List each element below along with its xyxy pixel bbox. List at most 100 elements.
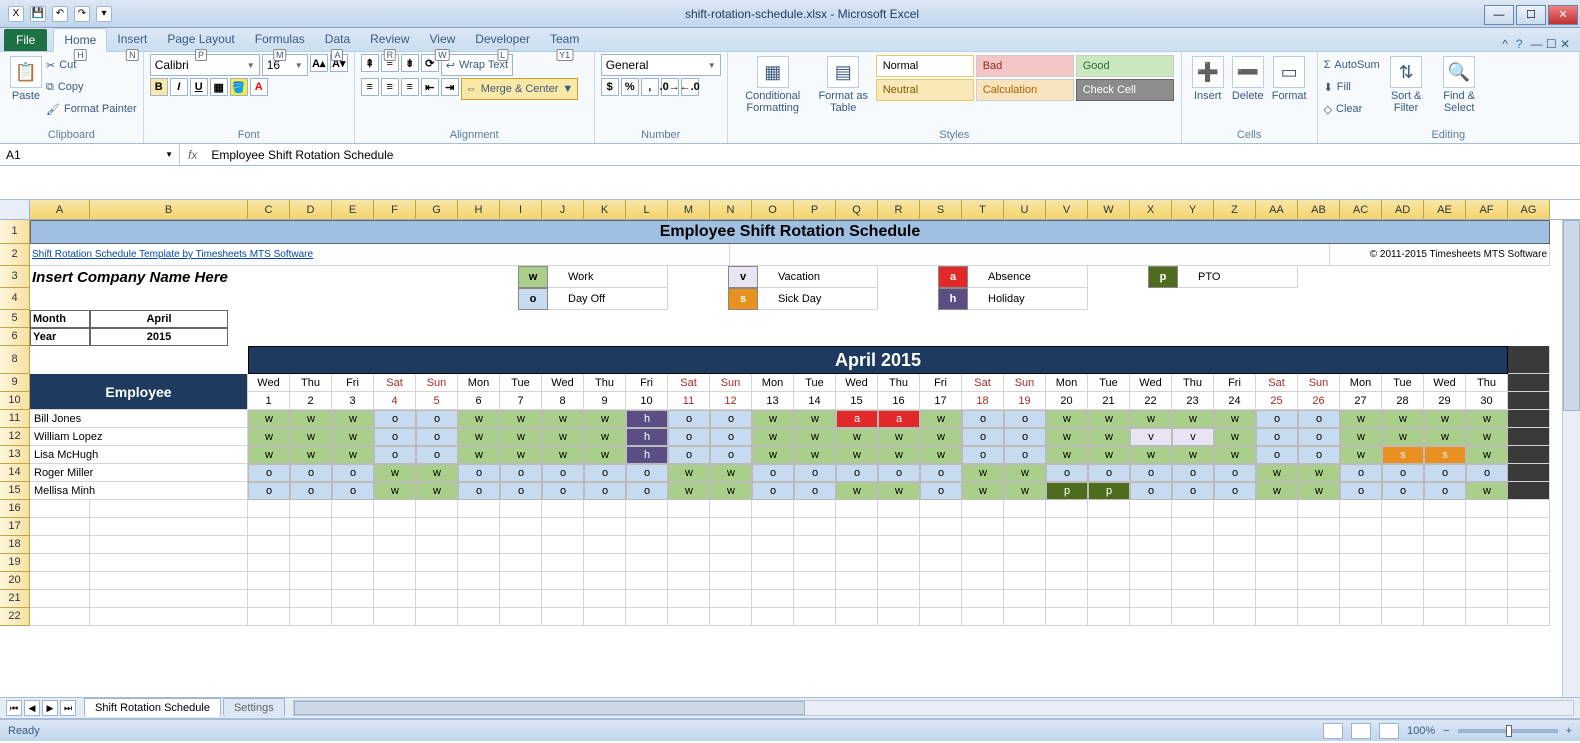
sheet-last[interactable]: ⏭ (60, 700, 76, 716)
help-icon[interactable]: ? (1516, 37, 1523, 51)
tab-review[interactable]: ReviewR (360, 28, 419, 51)
shift-cell[interactable]: w (1088, 410, 1130, 428)
shift-cell[interactable]: w (1382, 428, 1424, 446)
cell[interactable] (500, 500, 542, 518)
cell[interactable] (416, 518, 458, 536)
cell[interactable] (1214, 500, 1256, 518)
shift-cell[interactable]: w (668, 464, 710, 482)
cell[interactable] (1046, 536, 1088, 554)
cell[interactable] (836, 590, 878, 608)
cell[interactable] (1130, 500, 1172, 518)
month-value[interactable]: April (90, 310, 228, 328)
align-top[interactable]: ⇞ (361, 54, 379, 72)
cell[interactable] (1340, 536, 1382, 554)
shift-cell[interactable]: w (920, 410, 962, 428)
cell[interactable] (416, 536, 458, 554)
cell[interactable] (1046, 518, 1088, 536)
shift-cell[interactable]: o (1382, 482, 1424, 500)
cell[interactable] (668, 536, 710, 554)
style-calculation[interactable]: Calculation (976, 79, 1074, 101)
cell[interactable] (584, 572, 626, 590)
cell[interactable] (542, 518, 584, 536)
shift-cell[interactable]: w (500, 446, 542, 464)
col-header-AG[interactable]: AG (1508, 200, 1550, 219)
shift-cell[interactable]: w (878, 428, 920, 446)
company-name[interactable]: Insert Company Name Here (30, 266, 458, 288)
cell[interactable] (30, 590, 90, 608)
col-header-T[interactable]: T (962, 200, 1004, 219)
tab-view[interactable]: ViewW (420, 28, 466, 51)
shift-cell[interactable]: w (1046, 446, 1088, 464)
cell[interactable] (1382, 518, 1424, 536)
cell[interactable] (752, 500, 794, 518)
cell[interactable] (1088, 536, 1130, 554)
row-header-22[interactable]: 22 (0, 608, 30, 626)
cell[interactable] (1256, 536, 1298, 554)
close-button[interactable]: ✕ (1548, 5, 1578, 25)
cell[interactable] (710, 590, 752, 608)
cell[interactable] (416, 572, 458, 590)
cell[interactable] (1172, 572, 1214, 590)
shift-cell[interactable]: w (458, 446, 500, 464)
row-header-20[interactable]: 20 (0, 572, 30, 590)
shift-cell[interactable]: h (626, 446, 668, 464)
employee-name[interactable]: Lisa McHugh (30, 446, 248, 464)
cell[interactable] (90, 554, 248, 572)
shift-cell[interactable]: o (1004, 428, 1046, 446)
shift-cell[interactable]: w (752, 428, 794, 446)
row-header-14[interactable]: 14 (0, 464, 30, 482)
view-layout[interactable] (1351, 723, 1371, 739)
sheet-tab-settings[interactable]: Settings (223, 698, 285, 717)
cell[interactable] (290, 590, 332, 608)
find-select-button[interactable]: 🔍Find & Select (1433, 54, 1486, 116)
shift-cell[interactable]: w (584, 410, 626, 428)
cell[interactable] (920, 572, 962, 590)
style-neutral[interactable]: Neutral (876, 79, 974, 101)
col-header-U[interactable]: U (1004, 200, 1046, 219)
cell[interactable] (458, 536, 500, 554)
cell[interactable] (962, 590, 1004, 608)
cell[interactable] (1466, 518, 1508, 536)
shift-cell[interactable]: w (458, 410, 500, 428)
shift-cell[interactable]: o (1130, 464, 1172, 482)
shift-cell[interactable]: o (1046, 464, 1088, 482)
shift-cell[interactable]: w (752, 410, 794, 428)
cell[interactable] (1298, 536, 1340, 554)
cell[interactable] (1508, 608, 1550, 626)
shift-cell[interactable]: w (1298, 482, 1340, 500)
zoom-in[interactable]: + (1566, 725, 1572, 737)
shift-cell[interactable]: v (1130, 428, 1172, 446)
shift-cell[interactable]: o (626, 464, 668, 482)
view-normal[interactable] (1323, 723, 1343, 739)
style-check-cell[interactable]: Check Cell (1076, 79, 1174, 101)
cell[interactable] (920, 608, 962, 626)
shift-cell[interactable]: o (794, 482, 836, 500)
shift-cell[interactable]: w (332, 446, 374, 464)
cell[interactable] (920, 590, 962, 608)
row-header-6[interactable]: 6 (0, 328, 30, 346)
shift-cell[interactable]: w (584, 428, 626, 446)
cell[interactable] (752, 518, 794, 536)
cell[interactable] (332, 536, 374, 554)
shift-cell[interactable]: p (1046, 482, 1088, 500)
sheet-prev[interactable]: ◀ (24, 700, 40, 716)
copy-button[interactable]: ⧉Copy (46, 76, 137, 98)
italic-button[interactable]: I (170, 78, 188, 96)
cell[interactable] (710, 608, 752, 626)
col-header-E[interactable]: E (332, 200, 374, 219)
cell[interactable] (458, 518, 500, 536)
tab-data[interactable]: DataA (315, 28, 360, 51)
shift-cell[interactable]: w (584, 446, 626, 464)
cell[interactable] (1340, 518, 1382, 536)
cell[interactable] (626, 608, 668, 626)
align-center[interactable]: ≡ (381, 78, 399, 96)
clear-button[interactable]: ◇Clear (1324, 98, 1380, 120)
currency-button[interactable]: $ (601, 78, 619, 96)
cell[interactable] (1508, 572, 1550, 590)
cell[interactable] (248, 554, 290, 572)
cell[interactable] (1130, 518, 1172, 536)
qat-save-icon[interactable]: 💾 (30, 6, 46, 22)
style-good[interactable]: Good (1076, 55, 1174, 77)
cell[interactable] (878, 518, 920, 536)
cell[interactable] (500, 536, 542, 554)
